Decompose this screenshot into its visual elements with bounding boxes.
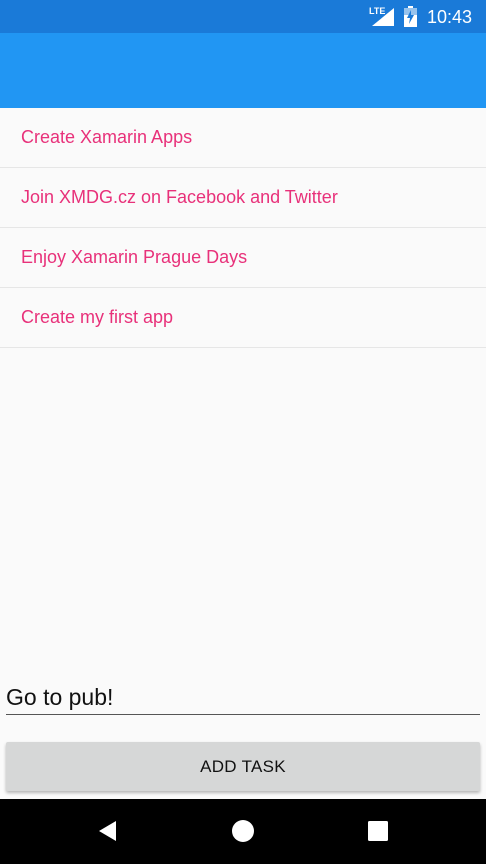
task-label: Create Xamarin Apps — [21, 127, 193, 147]
app-bar — [0, 33, 486, 108]
status-time: 10:43 — [427, 7, 473, 27]
lte-signal-icon — [372, 8, 394, 26]
task-label: Create my first app — [21, 307, 174, 327]
back-icon[interactable] — [96, 819, 120, 843]
recents-icon[interactable] — [366, 819, 390, 843]
task-list-item[interactable]: Enjoy Xamarin Prague Days — [0, 228, 486, 288]
task-list-item[interactable]: Create my first app — [0, 288, 486, 348]
status-bar: LTE 10:43 — [0, 0, 486, 33]
navigation-bar — [0, 799, 486, 864]
add-task-button[interactable]: ADD TASK — [6, 742, 480, 791]
task-label: Join XMDG.cz on Facebook and Twitter — [21, 187, 338, 207]
task-entry-input[interactable] — [6, 680, 480, 715]
task-label: Enjoy Xamarin Prague Days — [21, 247, 248, 267]
task-list: Create Xamarin Apps Join XMDG.cz on Face… — [0, 108, 486, 348]
task-list-item[interactable]: Create Xamarin Apps — [0, 108, 486, 168]
task-list-item[interactable]: Join XMDG.cz on Facebook and Twitter — [0, 168, 486, 228]
home-icon[interactable] — [231, 819, 255, 843]
battery-charging-icon — [404, 6, 417, 27]
